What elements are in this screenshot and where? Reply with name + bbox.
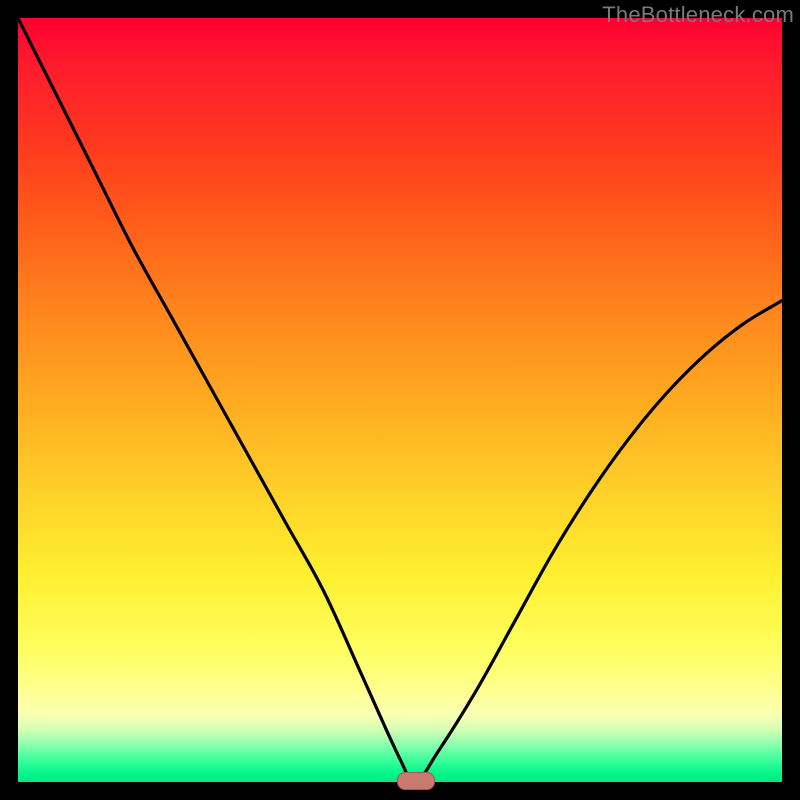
minimum-marker [397,772,435,790]
plot-area [18,18,782,782]
watermark-text: TheBottleneck.com [602,2,794,28]
bottleneck-curve [18,18,782,782]
chart-frame: TheBottleneck.com [0,0,800,800]
